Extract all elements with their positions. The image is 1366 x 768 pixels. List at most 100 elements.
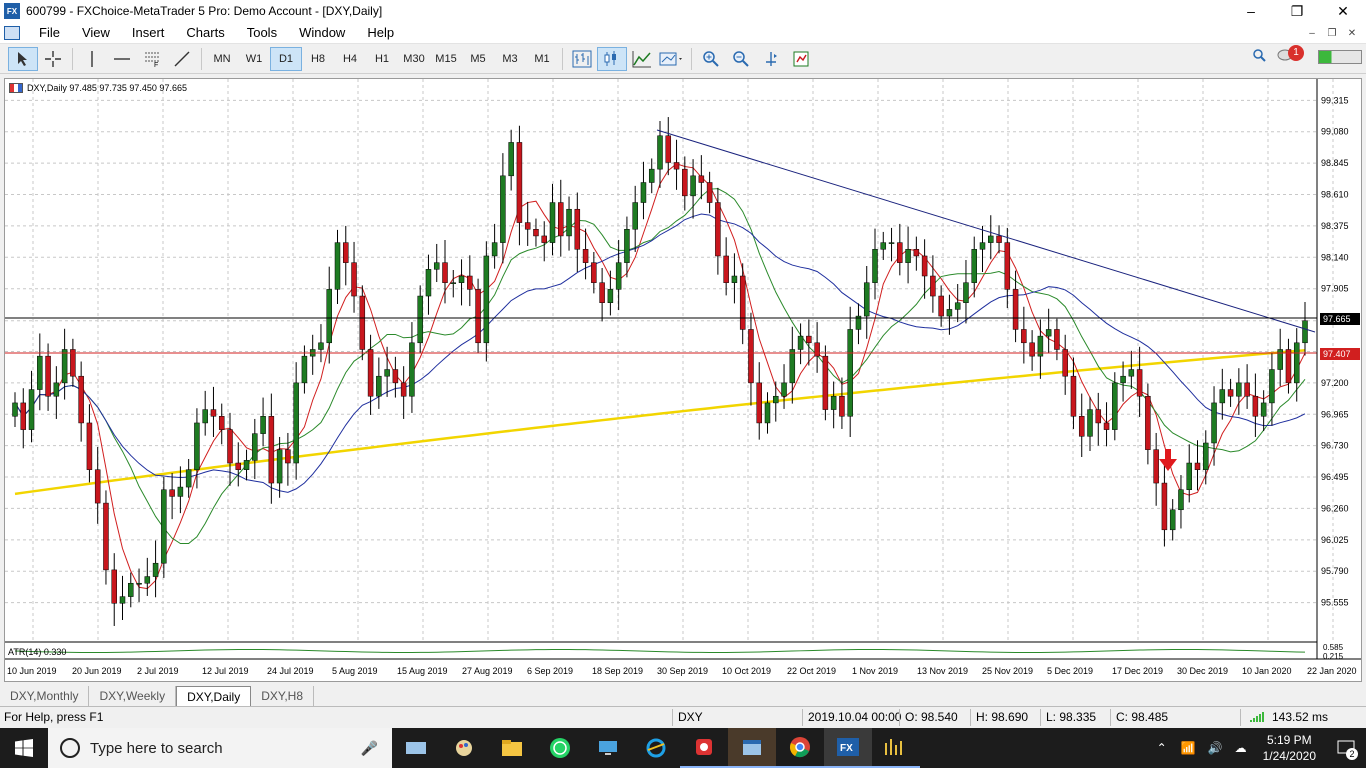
line-chart-icon[interactable]	[627, 47, 657, 71]
vertical-line-tool-icon[interactable]	[77, 47, 107, 71]
time-tick-label: 10 Oct 2019	[722, 666, 772, 676]
metatrader-icon[interactable]	[872, 728, 920, 768]
remote-desktop-icon[interactable]	[584, 728, 632, 768]
timeframe-mn[interactable]: MN	[206, 47, 238, 71]
bull-candle	[1178, 489, 1184, 511]
mdi-restore-button[interactable]: ❐	[1322, 25, 1342, 41]
whatsapp-icon[interactable]	[536, 728, 584, 768]
timeframe-d1[interactable]: D1	[270, 46, 302, 71]
fibonacci-tool-icon[interactable]: F	[137, 47, 167, 71]
task-view-icon[interactable]	[392, 728, 440, 768]
close-button[interactable]: ✕	[1320, 0, 1366, 22]
bull-candle	[12, 402, 18, 417]
bear-candle	[1078, 416, 1085, 437]
menu-view[interactable]: View	[71, 25, 121, 40]
timeframe-h8[interactable]: H8	[302, 47, 334, 71]
menu-window[interactable]: Window	[288, 25, 356, 40]
search-icon[interactable]	[1252, 48, 1266, 65]
timeframe-m5[interactable]: M5	[462, 47, 494, 71]
bull-candle	[243, 460, 250, 470]
bull-candle	[1260, 402, 1267, 417]
bull-candle	[863, 282, 870, 317]
timeframe-m15[interactable]: M15	[430, 47, 462, 71]
bear-candle	[599, 282, 605, 303]
taskbar-search-box[interactable]: Type here to search 🎤	[48, 728, 392, 768]
chrome-icon[interactable]	[776, 728, 824, 768]
zoom-in-icon[interactable]	[696, 47, 726, 71]
atr-tick-high: 0.585	[1323, 643, 1344, 652]
tray-overflow-icon[interactable]: ⌃	[1157, 741, 1167, 755]
bull-candle	[417, 295, 423, 344]
zoom-out-icon[interactable]	[726, 47, 756, 71]
bear-candle	[86, 422, 93, 470]
chart-window-icon[interactable]	[4, 25, 20, 40]
trendline-tool-icon[interactable]	[167, 47, 197, 71]
menu-charts[interactable]: Charts	[175, 25, 235, 40]
cursor-tool-icon[interactable]	[8, 46, 38, 71]
ma-fast-line	[14, 163, 1306, 590]
menu-bar: File View Insert Charts Tools Window Hel…	[0, 22, 1366, 44]
tab-dxy-monthly[interactable]: DXY,Monthly	[0, 686, 90, 706]
bull-candle	[450, 282, 457, 284]
auto-scroll-icon[interactable]	[786, 47, 816, 71]
timeframe-m1[interactable]: M1	[526, 47, 558, 71]
time-tick-label: 5 Aug 2019	[332, 666, 378, 676]
timeframe-h1[interactable]: H1	[366, 47, 398, 71]
taskbar-clock[interactable]: 5:19 PM 1/24/2020	[1263, 732, 1316, 764]
tab-dxy-h8[interactable]: DXY,H8	[251, 686, 315, 706]
price-tick-label: 97.200	[1321, 378, 1349, 388]
action-center-icon[interactable]: 2	[1326, 728, 1366, 768]
bear-candle	[400, 382, 407, 397]
notification-badge[interactable]: 1	[1288, 44, 1304, 61]
paint-icon[interactable]	[440, 728, 488, 768]
menu-insert[interactable]: Insert	[121, 25, 176, 40]
timeframe-m30[interactable]: M30	[398, 47, 430, 71]
price-chart[interactable]: 99.315 99.080 98.845 98.610 98.375 98.140 97.9…	[5, 79, 1361, 681]
bear-candle	[739, 275, 746, 330]
time-tick-label: 1 Nov 2019	[852, 666, 899, 676]
candlestick-chart-icon[interactable]	[597, 46, 627, 71]
time-tick-label: 15 Aug 2019	[397, 666, 448, 676]
tab-dxy-daily[interactable]: DXY,Daily	[176, 686, 252, 706]
volume-icon[interactable]: 🔊	[1208, 741, 1223, 755]
time-tick-label: 5 Dec 2019	[1047, 666, 1094, 676]
timeframe-h4[interactable]: H4	[334, 47, 366, 71]
timeframe-m3[interactable]: M3	[494, 47, 526, 71]
time-tick-label: 6 Sep 2019	[527, 666, 574, 676]
chart-template-icon[interactable]	[657, 47, 687, 71]
menu-help[interactable]: Help	[356, 25, 405, 40]
chart-window[interactable]: DXY,Daily 97.485 97.735 97.450 97.665 99…	[4, 78, 1362, 682]
ping-indicator[interactable]: 143.52 ms	[1250, 710, 1328, 724]
bear-candle	[524, 222, 531, 230]
tab-dxy-weekly[interactable]: DXY,Weekly	[89, 686, 177, 706]
wifi-icon[interactable]: 📶	[1181, 741, 1196, 755]
search-circle-icon	[60, 738, 80, 758]
timeframe-w1[interactable]: W1	[238, 47, 270, 71]
windows-start-icon[interactable]	[0, 728, 48, 768]
microphone-icon[interactable]: 🎤	[361, 740, 378, 757]
file-explorer-icon[interactable]	[488, 728, 536, 768]
bear-candle	[756, 382, 762, 424]
onedrive-icon[interactable]: ☁	[1235, 741, 1247, 755]
price-tick-label: 97.905	[1321, 284, 1349, 294]
maximize-button[interactable]: ❐	[1274, 0, 1320, 22]
symbol-icon	[9, 83, 23, 93]
bar-chart-icon[interactable]	[567, 47, 597, 71]
bear-candle	[682, 168, 688, 197]
mdi-close-button[interactable]: ✕	[1342, 25, 1362, 41]
menu-file[interactable]: File	[28, 25, 71, 40]
bear-candle	[78, 375, 84, 424]
crosshair-tool-icon[interactable]	[38, 47, 68, 71]
fxchoice-app-icon[interactable]: FX	[824, 728, 872, 768]
horizontal-line-tool-icon[interactable]	[107, 47, 137, 71]
internet-explorer-icon[interactable]	[632, 728, 680, 768]
menu-tools[interactable]: Tools	[236, 25, 288, 40]
calendar-app-icon[interactable]	[728, 728, 776, 768]
bull-candle	[376, 375, 382, 397]
mdi-minimize-button[interactable]: –	[1302, 25, 1322, 41]
chart-shift-icon[interactable]	[756, 47, 786, 71]
minimize-button[interactable]: –	[1228, 0, 1274, 22]
time-tick-label: 18 Sep 2019	[592, 666, 644, 676]
pdf-app-icon[interactable]	[680, 728, 728, 768]
time-tick-label: 2 Jul 2019	[137, 666, 179, 676]
